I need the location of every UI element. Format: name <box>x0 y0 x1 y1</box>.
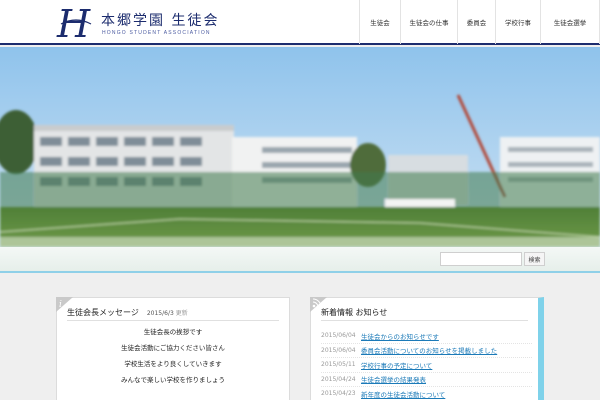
news-panel: 新着情報 お知らせ 2015/06/04 生徒会からのお知らせです 2015/0… <box>310 297 544 400</box>
svg-text:H: H <box>56 4 91 42</box>
nav-item-5[interactable]: 生徒会選挙 <box>540 0 600 44</box>
site-header: H 本郷学園 生徒会 HONGO STUDENT ASSOCIATION 生徒会… <box>0 0 600 45</box>
message-line: 学校生活をより良くしていきます <box>124 360 222 368</box>
svg-text:i: i <box>59 300 62 310</box>
nav-item-1[interactable]: 生徒会 <box>359 0 400 44</box>
divider <box>67 320 279 321</box>
message-date: 2015/6/3 更新 <box>146 310 188 317</box>
news-item: 2015/06/04 委員会活動についてのお知らせを掲載しました <box>321 344 532 358</box>
news-item: 2015/04/24 生徒会選挙の結果発表 <box>321 373 532 387</box>
nav-item-2[interactable]: 生徒会の仕事 <box>400 0 457 44</box>
site-logo[interactable]: H 本郷学園 生徒会 HONGO STUDENT ASSOCIATION <box>55 4 245 42</box>
message-body: 生徒会長の挨拶です 生徒会活動にご協力ください皆さん 学校生活をより良くしていき… <box>57 327 289 391</box>
news-link[interactable]: 生徒会からのお知らせです <box>361 331 439 341</box>
logo-title: 本郷学園 生徒会 <box>101 13 220 29</box>
message-line: みんなで楽しい学校を作りましょう <box>121 376 225 384</box>
news-date: 2015/04/23 <box>321 390 356 398</box>
news-date: 2015/05/11 <box>321 361 356 369</box>
news-date: 2015/04/24 <box>321 375 356 383</box>
news-date: 2015/06/04 <box>321 346 356 354</box>
news-item: 2015/05/11 学校行事の予定について <box>321 358 532 373</box>
news-header: 新着情報 お知らせ <box>321 307 387 318</box>
news-link[interactable]: 委員会活動についてのお知らせを掲載しました <box>361 345 497 355</box>
news-link[interactable]: 生徒会選挙の結果発表 <box>361 374 426 384</box>
message-header: 生徒会長メッセージ 2015/6/3 更新 <box>67 307 188 318</box>
message-title: 生徒会長メッセージ <box>67 308 139 317</box>
logo-subtitle: HONGO STUDENT ASSOCIATION <box>102 30 211 36</box>
message-line: 生徒会長の挨拶です <box>143 328 203 336</box>
news-item: 2015/06/04 生徒会からのお知らせです <box>321 329 532 344</box>
divider <box>321 320 528 321</box>
search-button[interactable]: 検索 <box>524 252 545 266</box>
news-link[interactable]: 新年度の生徒会活動について <box>361 389 445 399</box>
page: H 本郷学園 生徒会 HONGO STUDENT ASSOCIATION 生徒会… <box>0 0 600 400</box>
logo-h-icon: H <box>56 4 92 42</box>
message-line: 生徒会活動にご協力ください皆さん <box>121 344 225 352</box>
news-list: 2015/06/04 生徒会からのお知らせです 2015/06/04 委員会活動… <box>321 329 532 400</box>
message-panel: i 生徒会長メッセージ 2015/6/3 更新 生徒会長の挨拶です 生徒会活動に… <box>56 297 290 400</box>
news-item: 2015/04/23 新年度の生徒会活動について <box>321 387 532 400</box>
news-date: 2015/06/04 <box>321 332 356 340</box>
hero-school-photo <box>0 47 600 247</box>
search-input[interactable] <box>440 252 522 266</box>
nav-item-3[interactable]: 委員会 <box>457 0 495 44</box>
search-bar: 検索 <box>0 247 600 273</box>
news-title: 新着情報 お知らせ <box>321 308 388 317</box>
main-nav: 生徒会 生徒会の仕事 委員会 学校行事 生徒会選挙 <box>359 0 600 44</box>
news-link[interactable]: 学校行事の予定について <box>361 360 432 370</box>
nav-item-4[interactable]: 学校行事 <box>495 0 540 44</box>
